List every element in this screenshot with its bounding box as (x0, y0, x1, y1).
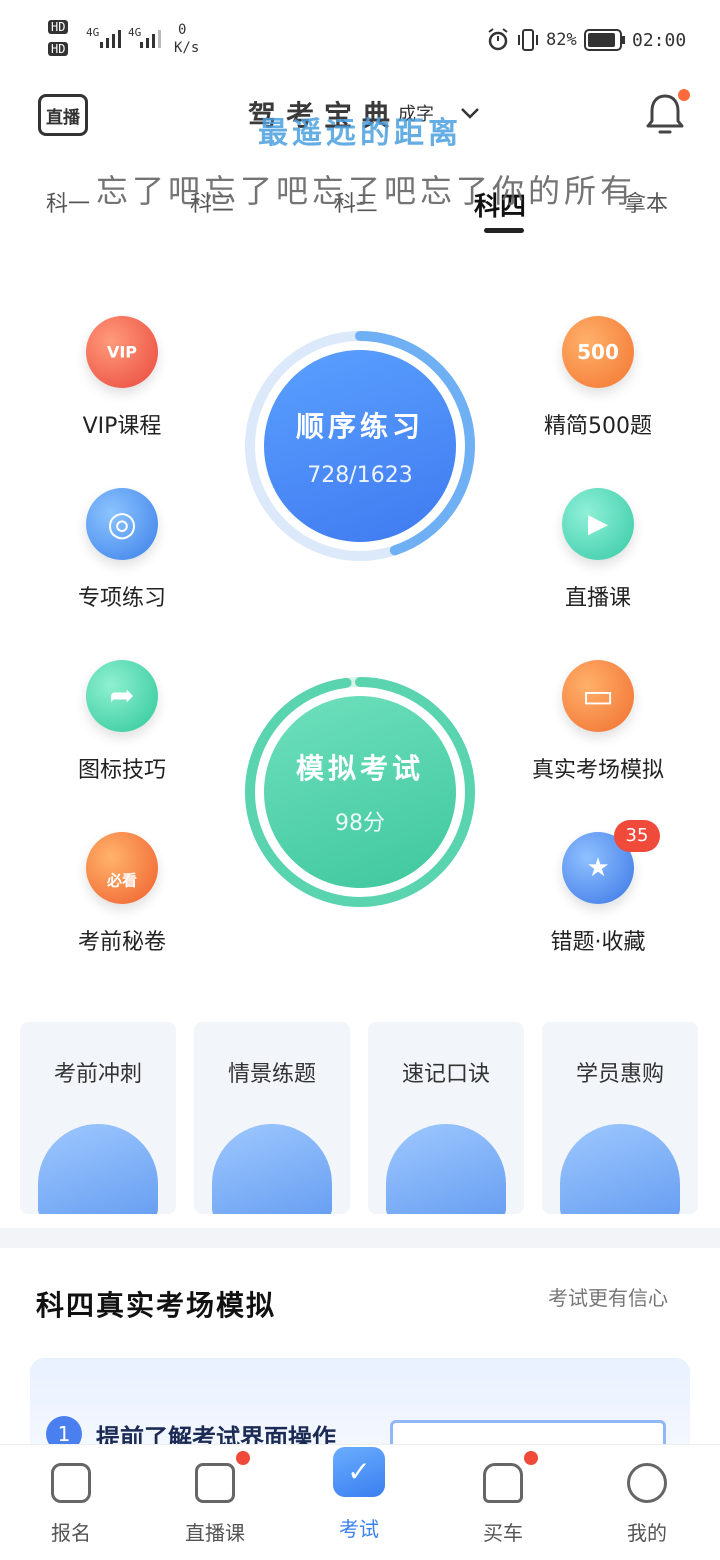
mock-score: 98分 (335, 811, 385, 836)
live-label: 直播 (46, 107, 80, 128)
status-bar: HD HD 4G 4G 0 K/s 82% 02:00 (0, 0, 720, 80)
tab-ke1[interactable]: 科一 (46, 186, 90, 218)
speed-value: 0 (178, 22, 187, 38)
card-title: 速记口诀 (401, 1062, 490, 1087)
signal1-icon (100, 30, 121, 48)
nav-exam[interactable]: ✓ 考试 (304, 1447, 414, 1542)
feature-special-practice[interactable]: ◎ 专项练习 (42, 488, 202, 638)
nav-label: 我的 (627, 1521, 667, 1545)
exam-book-icon: 必看 (86, 832, 158, 904)
feature-sign-tips[interactable]: ➦ 图标技巧 (42, 660, 202, 810)
card-scenario[interactable]: 情景练题 (194, 1022, 350, 1214)
feature-label: 直播课 (564, 586, 631, 611)
nav-label: 报名 (51, 1521, 91, 1545)
sequential-practice-button[interactable]: 顺序练习 728/1623 (244, 330, 476, 562)
hd2-indicator: HD (48, 42, 69, 56)
500-board-icon: 500 (562, 316, 634, 388)
title-overlay-text: 最遥远的距离 (258, 116, 462, 151)
car-icon (483, 1463, 523, 1503)
hd1-indicator: HD (48, 20, 69, 34)
feature-exam-secret[interactable]: 必看 考前秘卷 (42, 832, 202, 982)
chevron-down-icon[interactable] (460, 106, 480, 120)
notification-dot (678, 89, 690, 101)
network1-label: 4G (86, 26, 100, 39)
practice-inner: 顺序练习 728/1623 (264, 350, 456, 542)
card-title: 学员惠购 (575, 1062, 664, 1087)
monitor-icon: ▭ (562, 660, 634, 732)
practice-title: 顺序练习 (295, 409, 424, 443)
nav-car-dot (524, 1451, 538, 1465)
wrong-count-badge: 35 (614, 820, 660, 852)
mock-title: 模拟考试 (295, 752, 424, 785)
check-icon: ✓ (333, 1447, 385, 1497)
nav-profile[interactable]: 我的 (592, 1463, 702, 1546)
card-mnemonic[interactable]: 速记口诀 (368, 1022, 524, 1214)
nav-label: 考试 (339, 1517, 379, 1541)
feature-label: 真实考场模拟 (531, 758, 664, 783)
feature-label: 考前秘卷 (77, 930, 166, 955)
reading-illustration (386, 1124, 506, 1214)
bottom-nav: 报名 直播课 ✓ 考试 买车 我的 (0, 1444, 720, 1560)
feature-vip-course[interactable]: VIP VIP课程 (42, 316, 202, 466)
battery-percent: 82% (546, 30, 577, 50)
signup-icon (51, 1463, 91, 1503)
profile-icon (627, 1463, 667, 1503)
card-title: 情景练题 (227, 1062, 316, 1087)
car-coin-illustration (560, 1124, 680, 1214)
vip-medal-icon: VIP (86, 316, 158, 388)
pedestrian-sign-illustration (212, 1124, 332, 1214)
target-icon: ◎ (86, 488, 158, 560)
feature-label: 精简500题 (544, 414, 652, 439)
rocket-illustration (38, 1124, 158, 1214)
feature-label: 专项练习 (77, 586, 166, 611)
feature-label: 图标技巧 (77, 758, 166, 783)
alarm-icon (488, 28, 508, 51)
feature-wrong-favorites[interactable]: ★ 错题·收藏 (518, 832, 678, 982)
feature-live-course[interactable]: ▶ 直播课 (518, 488, 678, 638)
card-title: 考前冲刺 (53, 1062, 142, 1087)
signal2-icon (140, 30, 161, 48)
active-tab-indicator (484, 228, 524, 233)
nav-label: 直播课 (185, 1521, 245, 1545)
mock-exam-button[interactable]: 模拟考试 98分 (244, 676, 476, 908)
section-title: 科四真实考场模拟 (36, 1289, 277, 1322)
video-camera-icon: ▶ (562, 488, 634, 560)
battery-icon (584, 29, 625, 51)
mock-inner: 模拟考试 98分 (264, 696, 456, 888)
section-more-link[interactable]: 考试更有信心 (548, 1282, 668, 1311)
vibrate-icon (518, 29, 538, 51)
road-sign-icon: ➦ (86, 660, 158, 732)
feature-label: 错题·收藏 (550, 930, 646, 955)
feature-500-questions[interactable]: 500 精简500题 (518, 316, 678, 466)
clock: 02:00 (632, 30, 687, 51)
app-title[interactable]: 驾考宝典 成字 最遥远的距离 (248, 94, 478, 151)
card-student-deals[interactable]: 学员惠购 (542, 1022, 698, 1214)
card-sprint[interactable]: 考前冲刺 (20, 1022, 176, 1214)
nav-signup[interactable]: 报名 (16, 1463, 126, 1546)
nav-live-dot (236, 1451, 250, 1465)
feature-real-exam-sim[interactable]: ▭ 真实考场模拟 (518, 660, 678, 810)
tabs-overlay-text: 忘了吧忘了吧忘了吧忘了你的所有 (96, 172, 637, 210)
nav-label: 买车 (483, 1521, 523, 1545)
section-divider (0, 1228, 720, 1248)
speed-unit: K/s (174, 40, 200, 56)
nav-live[interactable]: 直播课 (160, 1463, 270, 1546)
live-tv-button[interactable]: 直播 (38, 94, 88, 136)
tv-icon (195, 1463, 235, 1503)
feature-label: VIP课程 (82, 414, 162, 439)
practice-progress: 728/1623 (307, 462, 413, 488)
nav-buy-car[interactable]: 买车 (448, 1463, 558, 1546)
